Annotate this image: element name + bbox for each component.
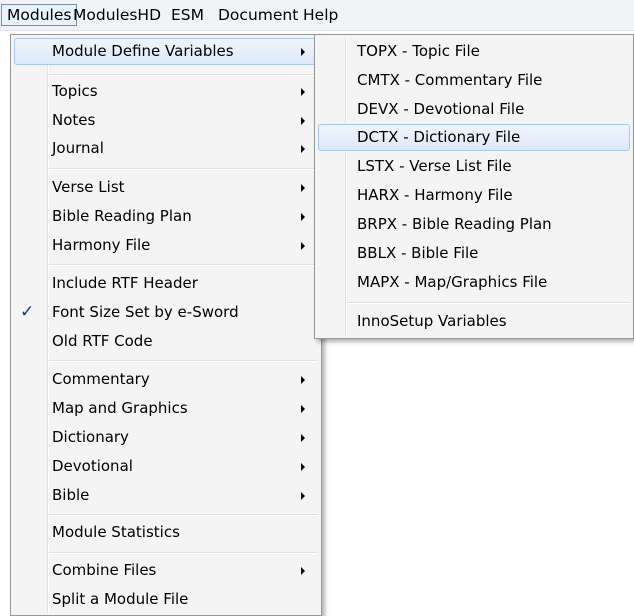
menu-item-combine-files[interactable]: Combine Files bbox=[14, 557, 318, 584]
menu-item-label: Old RTF Code bbox=[52, 332, 153, 350]
menu-item-label: Verse List bbox=[52, 178, 125, 196]
menu-item-label: Bible Reading Plan bbox=[52, 207, 192, 225]
submenu-item-harx[interactable]: HARX - Harmony File bbox=[318, 182, 630, 209]
menu-item-topics[interactable]: Topics bbox=[14, 78, 318, 105]
submenu-arrow-icon bbox=[301, 405, 305, 413]
menu-item-label: Devotional bbox=[52, 457, 133, 475]
submenu-arrow-icon bbox=[301, 463, 305, 471]
submenu-item-dctx[interactable]: DCTX - Dictionary File bbox=[318, 124, 630, 151]
menu-moduleshd[interactable]: ModulesHD bbox=[68, 4, 166, 26]
menu-item-label: Font Size Set by e-Sword bbox=[52, 303, 239, 321]
menu-item-label: DEVX - Devotional File bbox=[357, 100, 525, 118]
submenu-item-bblx[interactable]: BBLX - Bible File bbox=[318, 240, 630, 267]
menu-item-bible[interactable]: Bible bbox=[14, 482, 318, 509]
submenu-arrow-icon bbox=[301, 213, 305, 221]
menu-item-harmony-file[interactable]: Harmony File bbox=[14, 232, 318, 259]
menu-item-font-size-set-by-esword[interactable]: ✓ Font Size Set by e-Sword bbox=[14, 299, 318, 326]
submenu-arrow-icon bbox=[301, 117, 305, 125]
menu-item-journal[interactable]: Journal bbox=[14, 135, 318, 162]
menu-separator bbox=[49, 264, 318, 266]
menu-item-bible-reading-plan[interactable]: Bible Reading Plan bbox=[14, 203, 318, 230]
menu-item-split-a-module-file[interactable]: Split a Module File bbox=[14, 586, 318, 613]
submenu-item-cmtx[interactable]: CMTX - Commentary File bbox=[318, 67, 630, 94]
submenu-arrow-icon bbox=[301, 376, 305, 384]
menu-separator bbox=[49, 514, 318, 516]
menu-separator bbox=[347, 302, 630, 304]
menu-separator bbox=[49, 360, 318, 362]
menu-item-label: HARX - Harmony File bbox=[357, 186, 513, 204]
submenu-arrow-icon bbox=[301, 145, 305, 153]
submenu-item-innosetup-variables[interactable]: InnoSetup Variables bbox=[318, 308, 630, 335]
menu-item-devotional[interactable]: Devotional bbox=[14, 453, 318, 480]
menu-item-module-statistics[interactable]: Module Statistics bbox=[14, 519, 318, 546]
submenu-arrow-icon bbox=[301, 492, 305, 500]
checkmark-icon: ✓ bbox=[20, 302, 35, 322]
menu-separator bbox=[49, 168, 318, 170]
menu-separator bbox=[49, 74, 318, 76]
menu-item-include-rtf-header[interactable]: Include RTF Header bbox=[14, 270, 318, 297]
menu-item-map-and-graphics[interactable]: Map and Graphics bbox=[14, 395, 318, 422]
define-variables-submenu: TOPX - Topic File CMTX - Commentary File… bbox=[314, 34, 634, 339]
menu-bar: Modules ModulesHD ESM Document Help bbox=[0, 0, 634, 31]
menu-separator bbox=[49, 552, 318, 554]
menu-item-label: InnoSetup Variables bbox=[357, 312, 507, 330]
submenu-item-devx[interactable]: DEVX - Devotional File bbox=[318, 96, 630, 123]
menu-item-module-define-variables[interactable]: Module Define Variables bbox=[14, 38, 318, 65]
menu-item-label: LSTX - Verse List File bbox=[357, 157, 512, 175]
menu-esm[interactable]: ESM bbox=[166, 4, 209, 26]
menu-item-label: Harmony File bbox=[52, 236, 151, 254]
submenu-item-brpx[interactable]: BRPX - Bible Reading Plan bbox=[318, 211, 630, 238]
menu-document[interactable]: Document bbox=[213, 4, 303, 26]
menu-item-commentary[interactable]: Commentary bbox=[14, 366, 318, 393]
menu-item-dictionary[interactable]: Dictionary bbox=[14, 424, 318, 451]
menu-item-label: DCTX - Dictionary File bbox=[357, 128, 521, 146]
menu-item-label: Dictionary bbox=[52, 428, 129, 446]
menu-item-label: Combine Files bbox=[52, 561, 157, 579]
menu-item-label: Notes bbox=[52, 111, 96, 129]
menu-item-label: MAPX - Map/Graphics File bbox=[357, 273, 548, 291]
submenu-item-topx[interactable]: TOPX - Topic File bbox=[318, 38, 630, 65]
submenu-arrow-icon bbox=[301, 48, 305, 56]
menu-item-label: Bible bbox=[52, 486, 90, 504]
menu-item-label: Module Statistics bbox=[52, 523, 180, 541]
menu-item-label: Module Define Variables bbox=[52, 42, 234, 60]
submenu-arrow-icon bbox=[301, 184, 305, 192]
menu-item-old-rtf-code[interactable]: Old RTF Code bbox=[14, 328, 318, 355]
menu-item-label: Include RTF Header bbox=[52, 274, 198, 292]
submenu-item-mapx[interactable]: MAPX - Map/Graphics File bbox=[318, 269, 630, 296]
submenu-arrow-icon bbox=[301, 88, 305, 96]
menu-item-label: TOPX - Topic File bbox=[357, 42, 480, 60]
menu-item-label: Commentary bbox=[52, 370, 150, 388]
menu-modules[interactable]: Modules bbox=[1, 4, 78, 26]
submenu-arrow-icon bbox=[301, 567, 305, 575]
menu-item-label: BBLX - Bible File bbox=[357, 244, 479, 262]
menu-item-label: Split a Module File bbox=[52, 590, 189, 608]
submenu-item-lstx[interactable]: LSTX - Verse List File bbox=[318, 153, 630, 180]
menu-help[interactable]: Help bbox=[298, 4, 343, 26]
menu-item-label: Map and Graphics bbox=[52, 399, 188, 417]
menu-item-label: CMTX - Commentary File bbox=[357, 71, 543, 89]
menu-item-label: Topics bbox=[52, 82, 98, 100]
modules-dropdown: Module Define Variables Topics Notes Jou… bbox=[10, 34, 322, 616]
menu-item-notes[interactable]: Notes bbox=[14, 107, 318, 134]
menu-item-label: Journal bbox=[52, 139, 104, 157]
menu-item-label: BRPX - Bible Reading Plan bbox=[357, 215, 552, 233]
submenu-arrow-icon bbox=[301, 242, 305, 250]
submenu-arrow-icon bbox=[301, 434, 305, 442]
menu-item-verse-list[interactable]: Verse List bbox=[14, 174, 318, 201]
